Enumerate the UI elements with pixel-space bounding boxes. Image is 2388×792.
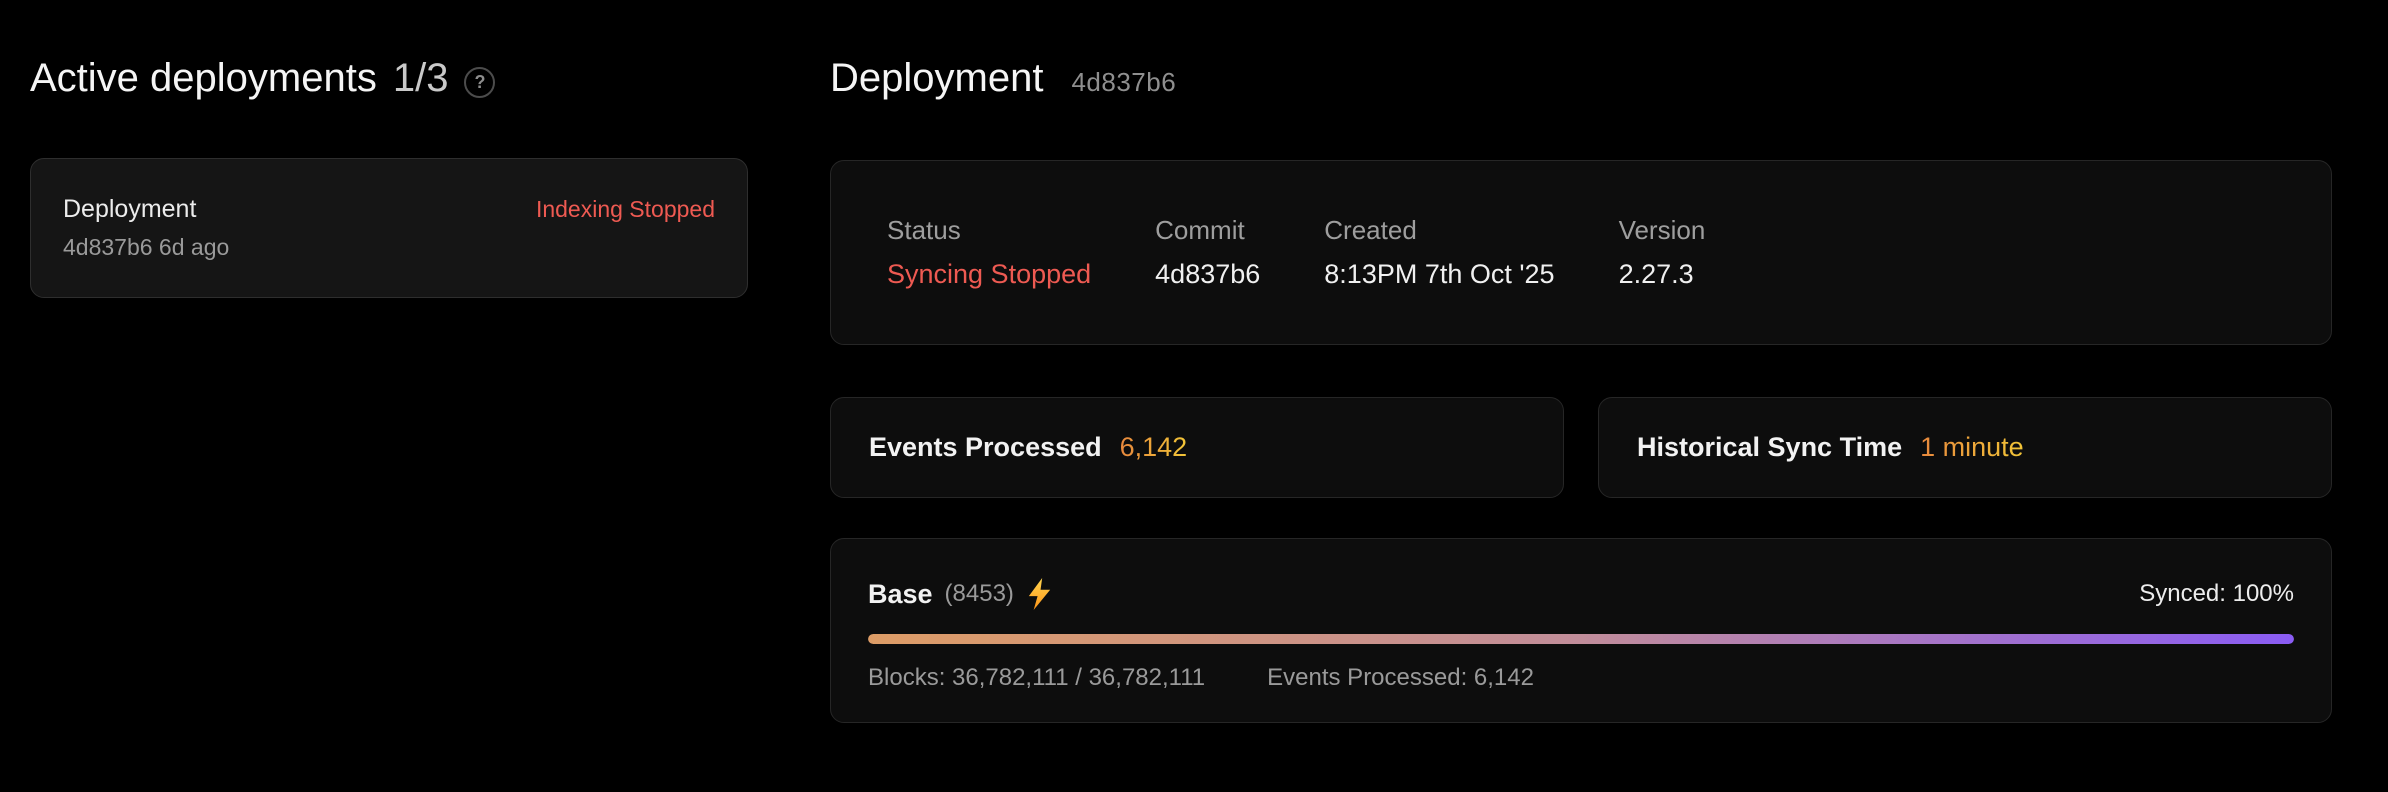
field-label: Status — [887, 215, 1091, 246]
deployment-item-status-badge: Indexing Stopped — [536, 196, 715, 223]
events-processed-label: Events Processed — [869, 432, 1102, 463]
chain-id: (8453) — [945, 577, 1014, 611]
blocks-stat: Blocks: 36,782,111 / 36,782,111 — [868, 664, 1205, 692]
version-value: 2.27.3 — [1619, 259, 1706, 290]
status-value: Syncing Stopped — [887, 259, 1091, 290]
sync-progress-fill — [868, 634, 2294, 644]
deployments-page: Active deployments 1/3 ? Deployment Inde… — [0, 0, 2388, 723]
deployment-item-name: Deployment — [63, 195, 196, 224]
deployment-title: Deployment — [830, 52, 1043, 104]
commit-value: 4d837b6 — [1155, 259, 1260, 290]
events-stat: Events Processed: 6,142 — [1267, 664, 1534, 692]
sync-progress-bar — [868, 634, 2294, 644]
deployment-overview-panel: Status Syncing Stopped Commit 4d837b6 Cr… — [830, 160, 2332, 345]
overview-field-status: Status Syncing Stopped — [887, 215, 1091, 290]
overview-field-commit: Commit 4d837b6 — [1155, 215, 1260, 290]
deployment-detail-header: Deployment 4d837b6 — [830, 52, 2332, 104]
events-processed-card: Events Processed 6,142 — [830, 397, 1564, 498]
deployment-item-top-row: Deployment Indexing Stopped — [63, 195, 715, 224]
chain-name: Base — [868, 577, 933, 611]
field-label: Commit — [1155, 215, 1260, 246]
chain-sync-card: Base (8453) — [830, 538, 2332, 723]
deployment-commit-hash: 4d837b6 — [1071, 67, 1176, 98]
metrics-row: Events Processed 6,142 Historical Sync T… — [830, 397, 2332, 498]
historical-sync-time-value: 1 minute — [1920, 432, 2024, 463]
created-value: 8:13PM 7th Oct '25 — [1324, 259, 1554, 290]
lightning-icon — [1026, 578, 1053, 610]
deployment-list-item[interactable]: Deployment Indexing Stopped 4d837b6 6d a… — [30, 158, 748, 298]
deployment-item-meta: 4d837b6 6d ago — [63, 234, 715, 261]
field-label: Created — [1324, 215, 1554, 246]
chain-stats-row: Blocks: 36,782,111 / 36,782,111 Events P… — [868, 664, 2294, 692]
deployment-detail: Deployment 4d837b6 Status Syncing Stoppe… — [830, 52, 2332, 723]
help-icon[interactable]: ? — [464, 67, 495, 98]
historical-sync-time-card: Historical Sync Time 1 minute — [1598, 397, 2332, 498]
field-label: Version — [1619, 215, 1706, 246]
overview-field-version: Version 2.27.3 — [1619, 215, 1706, 290]
deployments-count: 1/3 — [393, 52, 449, 104]
overview-field-created: Created 8:13PM 7th Oct '25 — [1324, 215, 1554, 290]
active-deployments-header: Active deployments 1/3 ? — [30, 52, 748, 104]
chain-header-row: Base (8453) — [868, 577, 2294, 611]
historical-sync-time-label: Historical Sync Time — [1637, 432, 1902, 463]
synced-percent-label: Synced: 100% — [2139, 577, 2294, 611]
active-deployments-panel: Active deployments 1/3 ? Deployment Inde… — [30, 52, 748, 298]
chain-identity: Base (8453) — [868, 577, 1053, 611]
events-processed-value: 6,142 — [1120, 432, 1188, 463]
active-deployments-title: Active deployments — [30, 52, 377, 104]
